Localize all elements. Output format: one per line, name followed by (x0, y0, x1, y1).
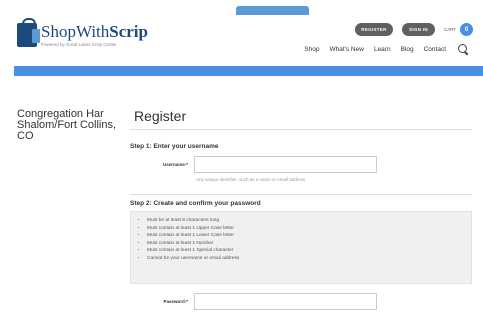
shopwithscrip-logo[interactable]: ShopWithScrip Powered by Great Lakes Scr… (17, 18, 148, 48)
username-hint: Any unique identifier, such as a name or… (196, 177, 306, 182)
cart-count-badge[interactable]: 0 (460, 23, 473, 36)
nav-blog[interactable]: Blog (401, 46, 414, 53)
logo-title: ShopWithScrip (41, 23, 148, 41)
logo-subtitle: Powered by Great Lakes Scrip Center (41, 42, 117, 47)
search-icon[interactable] (458, 44, 469, 55)
shopping-bag-icon (17, 18, 40, 47)
header-divider-bar (14, 66, 483, 76)
nav-learn[interactable]: Learn (374, 46, 391, 53)
top-tab-indicator (236, 6, 309, 15)
password-input[interactable] (194, 293, 377, 310)
nav-shop[interactable]: Shop (304, 46, 319, 53)
password-label: Password:* (163, 299, 188, 304)
sign-in-button[interactable]: SIGN IN (402, 23, 435, 36)
password-rule: Must contain at least 1 Number (147, 240, 471, 248)
password-rule: Must contain at least 1 Special characte… (147, 247, 471, 255)
logo-title-suffix: Scrip (109, 22, 148, 41)
password-rule: Cannot be your username or email address (147, 255, 471, 263)
title-divider (130, 129, 472, 130)
logo-title-prefix: ShopWith (41, 22, 110, 41)
password-rule: Must be at least 8 characters long (147, 217, 471, 225)
main-nav: Shop What's New Learn Blog Contact (294, 44, 469, 55)
register-button[interactable]: REGISTER (355, 23, 393, 36)
page-title: Register (134, 108, 187, 124)
nav-whats-new[interactable]: What's New (329, 46, 363, 53)
username-label: Username:* (162, 162, 188, 167)
step2-title: Step 2: Create and confirm your password (130, 200, 261, 207)
step-divider (130, 194, 472, 195)
password-rule: Must contain at least 1 Lower Case lette… (147, 232, 471, 240)
nav-contact[interactable]: Contact (424, 46, 446, 53)
logo-text: ShopWithScrip Powered by Great Lakes Scr… (41, 23, 148, 48)
step1-title: Step 1: Enter your username (130, 143, 219, 150)
password-rules-box: Must be at least 8 characters long Must … (130, 211, 472, 284)
cart-label[interactable]: CART (444, 27, 456, 32)
username-input[interactable] (194, 156, 377, 173)
organization-name: Congregation Har Shalom/Fort Collins, CO (17, 108, 117, 142)
password-rule: Must contain at least 1 Upper Case lette… (147, 225, 471, 233)
